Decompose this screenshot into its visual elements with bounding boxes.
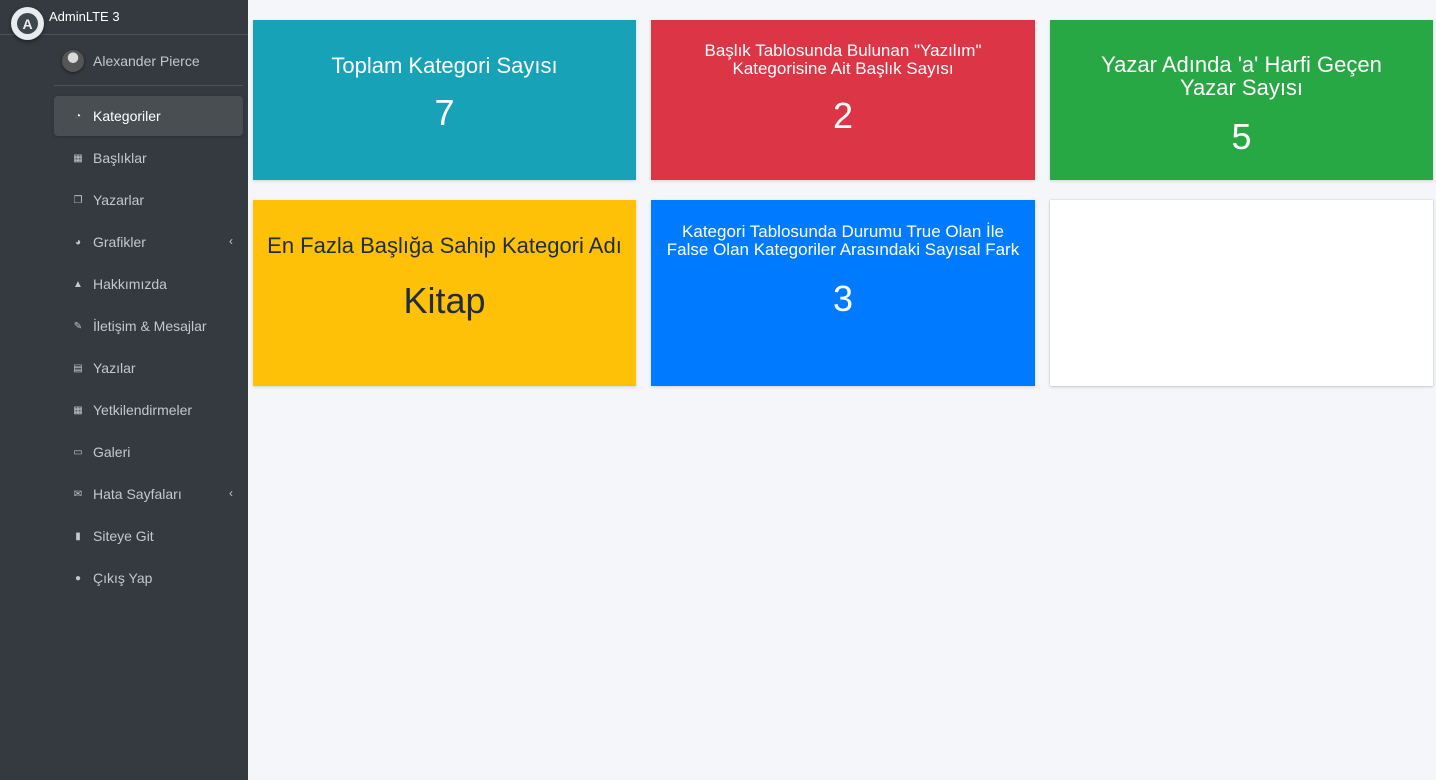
brand-link[interactable]: A AdminLTE 3 [0,0,248,40]
chevron-left-icon[interactable]: ‹ [229,234,233,248]
sidebar-item-siteye-git[interactable]: ▮ Siteye Git [54,516,243,556]
stat-card-yazilim-baslik: Başlık Tablosunda Bulunan "Yazılım" Kate… [651,20,1035,180]
sidebar-item-hakkimizda[interactable]: ▲ Hakkımızda [54,264,243,304]
card-title: Toplam Kategori Sayısı [331,53,558,78]
table-icon: ▤ [73,362,83,374]
stat-card-en-fazla-baslik: En Fazla Başlığa Sahip Kategori Adı Kita… [253,200,636,386]
card-value: 5 [1231,116,1252,158]
avatar [62,49,84,72]
sidebar-item-yetkilendirmeler[interactable]: ▦ Yetkilendirmeler [54,390,243,430]
brand-logo-letter: A [17,13,38,34]
bell-icon: ▲ [73,278,83,290]
sidebar-item-label: Hakkımızda [93,276,167,292]
sidebar-item-label: İletişim & Mesajlar [93,318,207,334]
sidebar-item-label: Hata Sayfaları [93,486,182,502]
sidebar-item-iletisim-mesajlar[interactable]: ✎ İletişim & Mesajlar [54,306,243,346]
grid-icon: ▦ [73,152,83,164]
card-title: Kategori Tablosunda Durumu True Olan İle… [666,222,1020,259]
sidebar-item-label: Galeri [93,444,131,460]
sidebar-item-hata-sayfalari[interactable]: ✉ Hata Sayfaları ‹ [54,474,243,514]
sidebar-item-label: Yetkilendirmeler [93,402,193,418]
sidebar-item-basliklar[interactable]: ▦ Başlıklar [54,138,243,178]
pie-chart-icon: ◕ [74,236,82,248]
card-value: Kitap [403,280,486,322]
card-title: En Fazla Başlığa Sahip Kategori Adı [267,233,622,258]
calendar-icon: ▦ [73,404,83,416]
sidebar-nav: ◔ Kategoriler ▦ Başlıklar ❐ Yazarlar ◕ G… [54,96,243,600]
card-title: Yazar Adında 'a' Harfi Geçen Yazar Sayıs… [1101,52,1382,101]
sidebar-item-label: Yazılar [93,360,136,376]
card-value: 7 [434,92,455,134]
brand-logo-icon: A [11,7,44,40]
sidebar-item-label: Kategoriler [93,108,161,124]
sidebar-item-label: Başlıklar [93,150,147,166]
sidebar-item-kategoriler[interactable]: ◔ Kategoriler [54,96,243,136]
card-value: 3 [832,277,854,319]
sidebar-item-grafikler[interactable]: ◕ Grafikler ‹ [54,222,243,262]
sidebar-item-cikis-yap[interactable]: ● Çıkış Yap [54,558,243,598]
user-panel[interactable]: Alexander Pierce [54,36,243,86]
sidebar-item-yazarlar[interactable]: ❐ Yazarlar [54,180,243,220]
sidebar-item-yazilar[interactable]: ▤ Yazılar [54,348,243,388]
card-value: 2 [832,94,854,136]
sidebar-item-label: Yazarlar [93,192,145,208]
image-icon: ▭ [73,446,83,458]
copy-icon: ❐ [73,194,83,206]
sidebar: A AdminLTE 3 Alexander Pierce ◔ Kategori… [0,0,248,780]
sidebar-item-label: Çıkış Yap [93,570,153,586]
sidebar-item-galeri[interactable]: ▭ Galeri [54,432,243,472]
brand-name: AdminLTE 3 [49,9,120,24]
edit-icon: ✎ [73,320,83,332]
sidebar-item-label: Siteye Git [93,528,154,544]
apple-icon: ● [74,572,82,584]
card-title: Başlık Tablosunda Bulunan "Yazılım" Kate… [704,41,982,78]
user-name[interactable]: Alexander Pierce [93,53,200,69]
sidebar-item-label: Grafikler [93,234,146,250]
stat-card-toplam-kategori: Toplam Kategori Sayısı 7 [253,20,636,180]
chevron-left-icon[interactable]: ‹ [229,486,233,500]
stat-card-yazar-a-harfi: Yazar Adında 'a' Harfi Geçen Yazar Sayıs… [1050,20,1433,180]
empty-card [1050,200,1433,386]
book-icon: ▮ [75,530,81,542]
dashboard-icon: ◔ [74,110,82,122]
stat-card-durum-fark: Kategori Tablosunda Durumu True Olan İle… [651,200,1035,386]
envelope-icon: ✉ [73,488,83,500]
